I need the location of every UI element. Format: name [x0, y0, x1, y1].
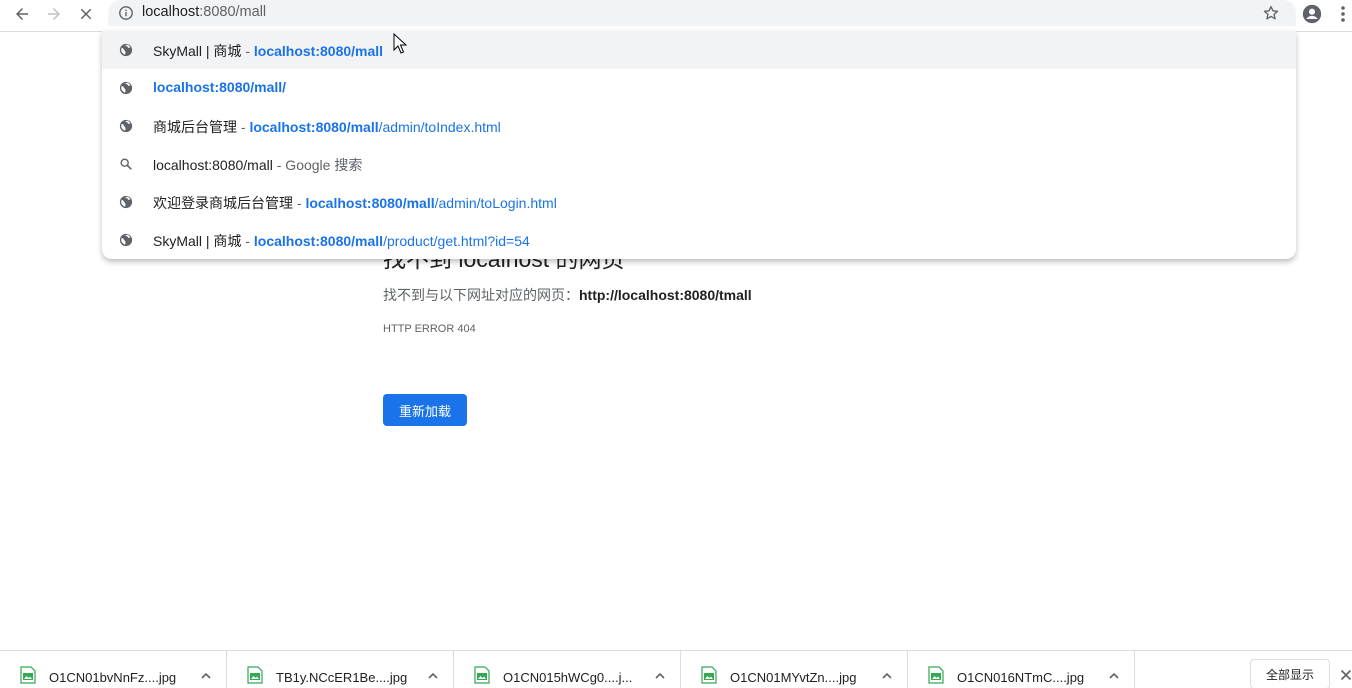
suggestion-sep: -: [241, 43, 254, 59]
close-icon: [80, 8, 92, 20]
error-description: 找不到与以下网址对应的网页：http://localhost:8080/tmal…: [383, 285, 752, 305]
arrow-right-icon: [48, 8, 60, 20]
download-bar: O1CN01bvNnFz....jpg TB1y.NCcER1Be....jpg…: [0, 650, 1352, 688]
suggestion-url-rest: /admin/toLogin.html: [434, 195, 557, 211]
suggestion-sep: -: [237, 119, 250, 135]
suggestion-url: localhost:8080/mall/: [153, 79, 286, 95]
show-all-downloads-button[interactable]: 全部显示: [1250, 659, 1330, 688]
suggestion-url-rest: /admin/toIndex.html: [378, 119, 501, 135]
url-path: :8080/mall: [199, 4, 267, 20]
star-icon[interactable]: [1262, 4, 1280, 22]
suggestion-sep: -: [241, 233, 254, 249]
suggestion-url-match: localhost:8080/mall: [253, 233, 384, 249]
suggestion-title: SkyMall | 商城: [153, 43, 242, 59]
forward-button[interactable]: [40, 2, 68, 26]
more-vert-icon[interactable]: [1336, 4, 1350, 24]
suggestion-url: localhost:8080/mall/admin/toIndex.html: [249, 119, 500, 135]
suggestion-title: 欢迎登录商城后台管理: [153, 195, 293, 211]
suggestion-text: localhost:8080/mall/: [153, 79, 286, 95]
suggestion-title: 商城后台管理: [153, 119, 237, 135]
url-text[interactable]: localhost:8080/mall: [142, 4, 266, 20]
account-icon[interactable]: [1301, 3, 1323, 25]
suggestion-item[interactable]: SkyMall | 商城 - localhost:8080/mall/produ…: [102, 221, 1296, 259]
suggestion-title: SkyMall | 商城: [153, 233, 242, 249]
suggestion-url: localhost:8080/mall: [254, 43, 383, 59]
suggestion-url: localhost:8080/mall/admin/toLogin.html: [305, 195, 556, 211]
suggestion-text: SkyMall | 商城 - localhost:8080/mall: [153, 41, 383, 61]
image-file-icon: [474, 666, 490, 684]
download-item[interactable]: TB1y.NCcER1Be....jpg: [227, 651, 454, 688]
chevron-up-icon[interactable]: [427, 670, 439, 682]
image-file-icon: [20, 666, 36, 684]
suggestion-item[interactable]: SkyMall | 商城 - localhost:8080/mall: [102, 31, 1296, 69]
suggestion-url: localhost:8080/mall/product/get.html?id=…: [254, 233, 530, 249]
mouse-cursor-icon: [393, 33, 407, 54]
suggestion-title: localhost:8080/mall: [153, 157, 273, 173]
suggestion-url-match: localhost:8080/mall/: [153, 79, 287, 95]
image-file-icon: [928, 666, 944, 684]
globe-icon: [119, 233, 133, 247]
download-item[interactable]: O1CN015hWCg0....j...: [454, 651, 681, 688]
suggestion-text: localhost:8080/mall - Google 搜索: [153, 155, 362, 175]
chevron-up-icon[interactable]: [654, 670, 666, 682]
image-file-icon: [701, 666, 717, 684]
download-item[interactable]: O1CN016NTmC....jpg: [908, 651, 1135, 688]
chevron-up-icon[interactable]: [1108, 670, 1120, 682]
download-filename: TB1y.NCcER1Be....jpg: [276, 670, 408, 685]
suggestion-url-rest: /product/get.html?id=54: [383, 233, 530, 249]
suggestion-item[interactable]: localhost:8080/mall - Google 搜索: [102, 145, 1296, 183]
chevron-up-icon[interactable]: [200, 670, 212, 682]
chevron-up-icon[interactable]: [881, 670, 893, 682]
globe-icon: [119, 195, 133, 209]
suggestion-text: 商城后台管理 - localhost:8080/mall/admin/toInd…: [153, 117, 501, 137]
stop-button[interactable]: [72, 2, 100, 26]
reload-button[interactable]: 重新加载: [383, 394, 467, 426]
omnibox-suggestions: SkyMall | 商城 - localhost:8080/mall local…: [102, 31, 1296, 259]
error-desc-text: 找不到与以下网址对应的网页：: [383, 287, 579, 303]
download-item[interactable]: O1CN01bvNnFz....jpg: [0, 651, 227, 688]
download-filename: O1CN01MYvtZn....jpg: [730, 670, 857, 685]
suggestion-text: SkyMall | 商城 - localhost:8080/mall/produ…: [153, 231, 530, 251]
search-icon: [120, 158, 132, 170]
address-bar[interactable]: localhost:8080/mall: [108, 0, 1296, 26]
image-file-icon: [247, 666, 263, 684]
suggestion-url-match: localhost:8080/mall: [305, 195, 435, 211]
globe-icon: [119, 81, 133, 95]
suggestion-item[interactable]: 商城后台管理 - localhost:8080/mall/admin/toInd…: [102, 107, 1296, 145]
download-filename: O1CN015hWCg0....j...: [503, 670, 633, 685]
close-icon[interactable]: [1340, 669, 1352, 681]
suggestion-sep: -: [293, 195, 306, 211]
suggestion-text: 欢迎登录商城后台管理 - localhost:8080/mall/admin/t…: [153, 193, 557, 213]
back-button[interactable]: [8, 2, 36, 26]
suggestion-sep: - Google 搜索: [272, 157, 363, 173]
globe-icon: [119, 43, 133, 57]
arrow-left-icon: [16, 8, 28, 20]
suggestion-item[interactable]: 欢迎登录商城后台管理 - localhost:8080/mall/admin/t…: [102, 183, 1296, 221]
suggestion-url-match: localhost:8080/mall: [253, 43, 384, 59]
download-filename: O1CN016NTmC....jpg: [957, 670, 1085, 685]
suggestion-url-match: localhost:8080/mall: [249, 119, 379, 135]
browser-toolbar: localhost:8080/mall: [0, 0, 1352, 32]
download-filename: O1CN01bvNnFz....jpg: [49, 670, 177, 685]
info-icon[interactable]: [118, 5, 134, 21]
globe-icon: [119, 119, 133, 133]
suggestion-item[interactable]: localhost:8080/mall/: [102, 69, 1296, 107]
url-host: localhost: [142, 4, 200, 20]
error-code: HTTP ERROR 404: [383, 323, 476, 335]
error-url: http://localhost:8080/tmall: [579, 287, 752, 303]
download-item[interactable]: O1CN01MYvtZn....jpg: [681, 651, 908, 688]
